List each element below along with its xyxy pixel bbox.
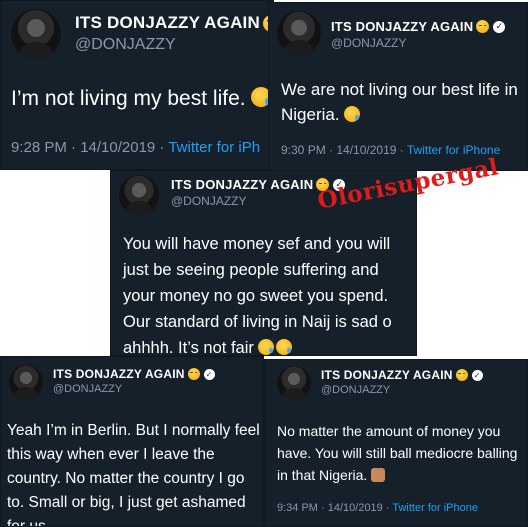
timestamp[interactable]: 9:34 PM · 14/10/2019 ·	[277, 502, 390, 514]
display-name[interactable]: ITS DONJAZZY AGAIN	[53, 367, 185, 381]
man-facepalming-emoji-icon	[371, 468, 386, 482]
tweet-text-content: I’m not living my best life.	[11, 87, 246, 110]
timestamp[interactable]: 9:30 PM · 14/10/2019 ·	[281, 143, 404, 157]
tweet-text-content: You will have money sef and you will jus…	[123, 235, 392, 356]
tweet-text: You will have money sef and you will jus…	[123, 231, 413, 356]
avatar[interactable]	[11, 9, 61, 59]
display-name[interactable]: ITS DONJAZZY AGAIN	[171, 177, 313, 192]
handle[interactable]: @DONJAZZY	[75, 36, 273, 54]
crying-face-emoji-icon	[344, 106, 361, 122]
tweet-text: Yeah I’m in Berlin. But I normally feel …	[7, 419, 263, 527]
handle[interactable]: @DONJAZZY	[53, 383, 215, 395]
crying-face-emoji-icon	[276, 339, 293, 355]
tweet-text-content: We are not living our best life in Niger…	[281, 80, 518, 124]
smirk-emoji-icon	[455, 369, 468, 381]
verified-badge-icon: ✓	[203, 368, 215, 380]
smirk-emoji-icon	[187, 368, 200, 380]
avatar[interactable]	[119, 175, 159, 215]
source-link[interactable]: Twitter for iPhone	[392, 502, 478, 514]
timestamp[interactable]: 9:28 PM · 14/10/2019 ·	[11, 139, 164, 156]
tweet-card-5[interactable]: ITS DONJAZZY AGAIN ✓ @DONJAZZY No matter…	[264, 359, 528, 527]
tweet-card-4[interactable]: ITS DONJAZZY AGAIN ✓ @DONJAZZY Yeah I’m …	[0, 356, 264, 527]
tweet-text: No matter the amount of money you have. …	[277, 420, 527, 486]
tweet-meta: 9:34 PM · 14/10/2019 · Twitter for iPhon…	[277, 502, 478, 514]
avatar[interactable]	[277, 366, 311, 400]
tweet-card-2[interactable]: ITS DONJAZZY AGAIN ✓ @DONJAZZY We are no…	[268, 2, 528, 171]
crying-face-emoji-icon	[258, 339, 275, 355]
avatar[interactable]	[277, 11, 321, 55]
tweet-meta: 9:28 PM · 14/10/2019 · Twitter for iPh	[11, 139, 260, 156]
avatar[interactable]	[9, 365, 43, 399]
handle[interactable]: @DONJAZZY	[321, 384, 483, 396]
tweet-text-content: No matter the amount of money you have. …	[277, 423, 518, 483]
display-name[interactable]: ITS DONJAZZY AGAIN	[75, 13, 260, 33]
tweet-text-content: Yeah I’m in Berlin. But I normally feel …	[7, 422, 260, 527]
tweet-meta: 9:30 PM · 14/10/2019 · Twitter for iPhon…	[281, 143, 500, 157]
handle[interactable]: @DONJAZZY	[331, 36, 505, 50]
display-name[interactable]: ITS DONJAZZY AGAIN	[331, 19, 473, 34]
tweet-text: I’m not living my best life.	[11, 87, 272, 111]
display-name[interactable]: ITS DONJAZZY AGAIN	[321, 368, 453, 382]
smirk-emoji-icon	[476, 20, 490, 33]
tweet-card-1[interactable]: ITS DONJAZZY AGAIN @DONJAZZY I’m not liv…	[0, 0, 274, 170]
tweet-text: We are not living our best life in Niger…	[281, 77, 521, 127]
verified-badge-icon: ✓	[471, 369, 483, 381]
verified-badge-icon: ✓	[493, 20, 506, 33]
source-link[interactable]: Twitter for iPh	[168, 139, 260, 156]
